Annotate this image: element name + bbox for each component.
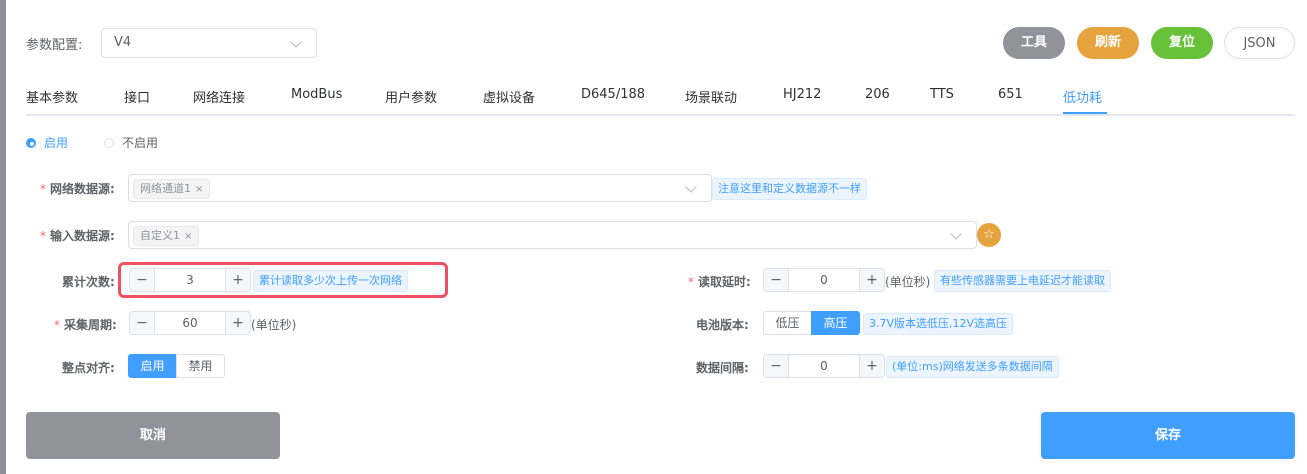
battery-hint: 3.7V版本选低压,12V选高压 <box>863 313 1014 335</box>
input-source-label: * 输入数据源: <box>40 227 115 244</box>
read-delay-unit: (单位秒) <box>885 275 931 289</box>
reset-button[interactable]: 复位 <box>1151 27 1213 59</box>
radio-disable-label: 不启用 <box>122 136 159 150</box>
tab-tts[interactable]: TTS <box>930 87 954 102</box>
network-source-select[interactable]: 网络通道1 × <box>128 174 712 202</box>
network-source-label-text: 网络数据源: <box>50 182 115 196</box>
tab-basic-params[interactable]: 基本参数 <box>26 87 78 106</box>
highlight-box <box>118 262 448 298</box>
data-interval-hint: (单位:ms)网络发送多条数据间隔 <box>886 356 1059 378</box>
collect-period-stepper[interactable]: − 60 + <box>129 311 251 335</box>
plus-icon[interactable]: + <box>859 269 884 291</box>
read-delay-value[interactable]: 0 <box>789 269 859 291</box>
data-interval-stepper[interactable]: − 0 + <box>763 354 885 378</box>
input-source-tag: 自定义1 × <box>133 226 200 246</box>
collect-period-label: * 采集周期: <box>54 316 117 333</box>
data-interval-value[interactable]: 0 <box>789 355 859 377</box>
config-select[interactable]: V4 <box>101 28 317 58</box>
tab-network[interactable]: 网络连接 <box>193 87 245 106</box>
minus-icon[interactable]: − <box>130 312 155 334</box>
save-button[interactable]: 保存 <box>1041 412 1295 459</box>
network-source-tag-text: 网络通道1 <box>140 182 191 195</box>
data-interval-label: 数据间隔: <box>696 361 749 375</box>
read-delay-label-text: 读取延时: <box>698 275 751 289</box>
read-delay-hint: 有些传感器需要上电延迟才能读取 <box>934 270 1111 292</box>
close-icon[interactable]: × <box>195 184 203 195</box>
tab-user-params[interactable]: 用户参数 <box>385 87 437 106</box>
config-label: 参数配置: <box>26 38 83 53</box>
tab-d645[interactable]: D645/188 <box>581 87 645 102</box>
battery-high-button[interactable]: 高压 <box>811 311 860 335</box>
radio-disable[interactable]: 不启用 <box>104 134 158 151</box>
collect-period-label-text: 采集周期: <box>64 318 117 332</box>
read-delay-stepper[interactable]: − 0 + <box>763 268 885 292</box>
tab-virtual-device[interactable]: 虚拟设备 <box>483 87 535 106</box>
radio-enable[interactable]: 启用 <box>26 134 68 151</box>
tab-651[interactable]: 651 <box>998 87 1023 102</box>
left-edge-bar <box>0 0 6 474</box>
config-select-value: V4 <box>114 35 132 50</box>
chevron-down-icon <box>685 181 697 193</box>
tool-button[interactable]: 工具 <box>1003 27 1065 59</box>
radio-enable-label: 启用 <box>44 136 69 150</box>
radio-checked-icon <box>26 137 36 148</box>
required-mark: * <box>54 318 60 332</box>
input-source-tag-text: 自定义1 <box>140 229 180 242</box>
chevron-down-icon <box>290 36 302 48</box>
required-mark: * <box>40 229 46 243</box>
tab-206[interactable]: 206 <box>865 87 890 102</box>
collect-period-value[interactable]: 60 <box>155 312 225 334</box>
battery-label: 电池版本: <box>696 318 749 332</box>
tab-interface[interactable]: 接口 <box>124 87 150 106</box>
plus-icon[interactable]: + <box>225 312 250 334</box>
minus-icon[interactable]: − <box>764 269 789 291</box>
refresh-button[interactable]: 刷新 <box>1077 27 1139 59</box>
radio-unchecked-icon <box>104 137 114 148</box>
tab-hj212[interactable]: HJ212 <box>783 87 821 102</box>
required-mark: * <box>688 275 694 289</box>
json-button[interactable]: JSON <box>1224 27 1295 59</box>
network-source-tag: 网络通道1 × <box>133 179 211 199</box>
collect-period-unit: (单位秒) <box>251 318 297 332</box>
close-icon[interactable]: × <box>184 231 192 242</box>
battery-low-button[interactable]: 低压 <box>763 311 812 335</box>
network-source-hint: 注意这里和定义数据源不一样 <box>712 178 867 200</box>
active-tab-indicator <box>1063 112 1107 114</box>
chevron-down-icon <box>950 228 962 240</box>
align-enable-button[interactable]: 启用 <box>128 354 177 378</box>
plus-icon[interactable]: + <box>859 355 884 377</box>
input-source-select[interactable]: 自定义1 × <box>128 221 977 249</box>
required-mark: * <box>40 182 46 196</box>
read-delay-label: * 读取延时: <box>688 273 751 290</box>
tab-scene-link[interactable]: 场景联动 <box>685 87 737 106</box>
network-source-label: * 网络数据源: <box>40 180 115 197</box>
align-label: 整点对齐: <box>62 361 115 375</box>
star-icon[interactable]: ☆ <box>977 223 1001 247</box>
input-source-label-text: 输入数据源: <box>50 229 115 243</box>
align-disable-button[interactable]: 禁用 <box>176 354 225 378</box>
tab-modbus[interactable]: ModBus <box>291 87 342 102</box>
tab-low-power[interactable]: 低功耗 <box>1063 87 1102 106</box>
cancel-button[interactable]: 取消 <box>26 412 280 459</box>
tab-bar: 基本参数 接口 网络连接 ModBus 用户参数 虚拟设备 D645/188 场… <box>26 78 1295 116</box>
minus-icon[interactable]: − <box>764 355 789 377</box>
accumulate-label: 累计次数: <box>62 275 115 289</box>
